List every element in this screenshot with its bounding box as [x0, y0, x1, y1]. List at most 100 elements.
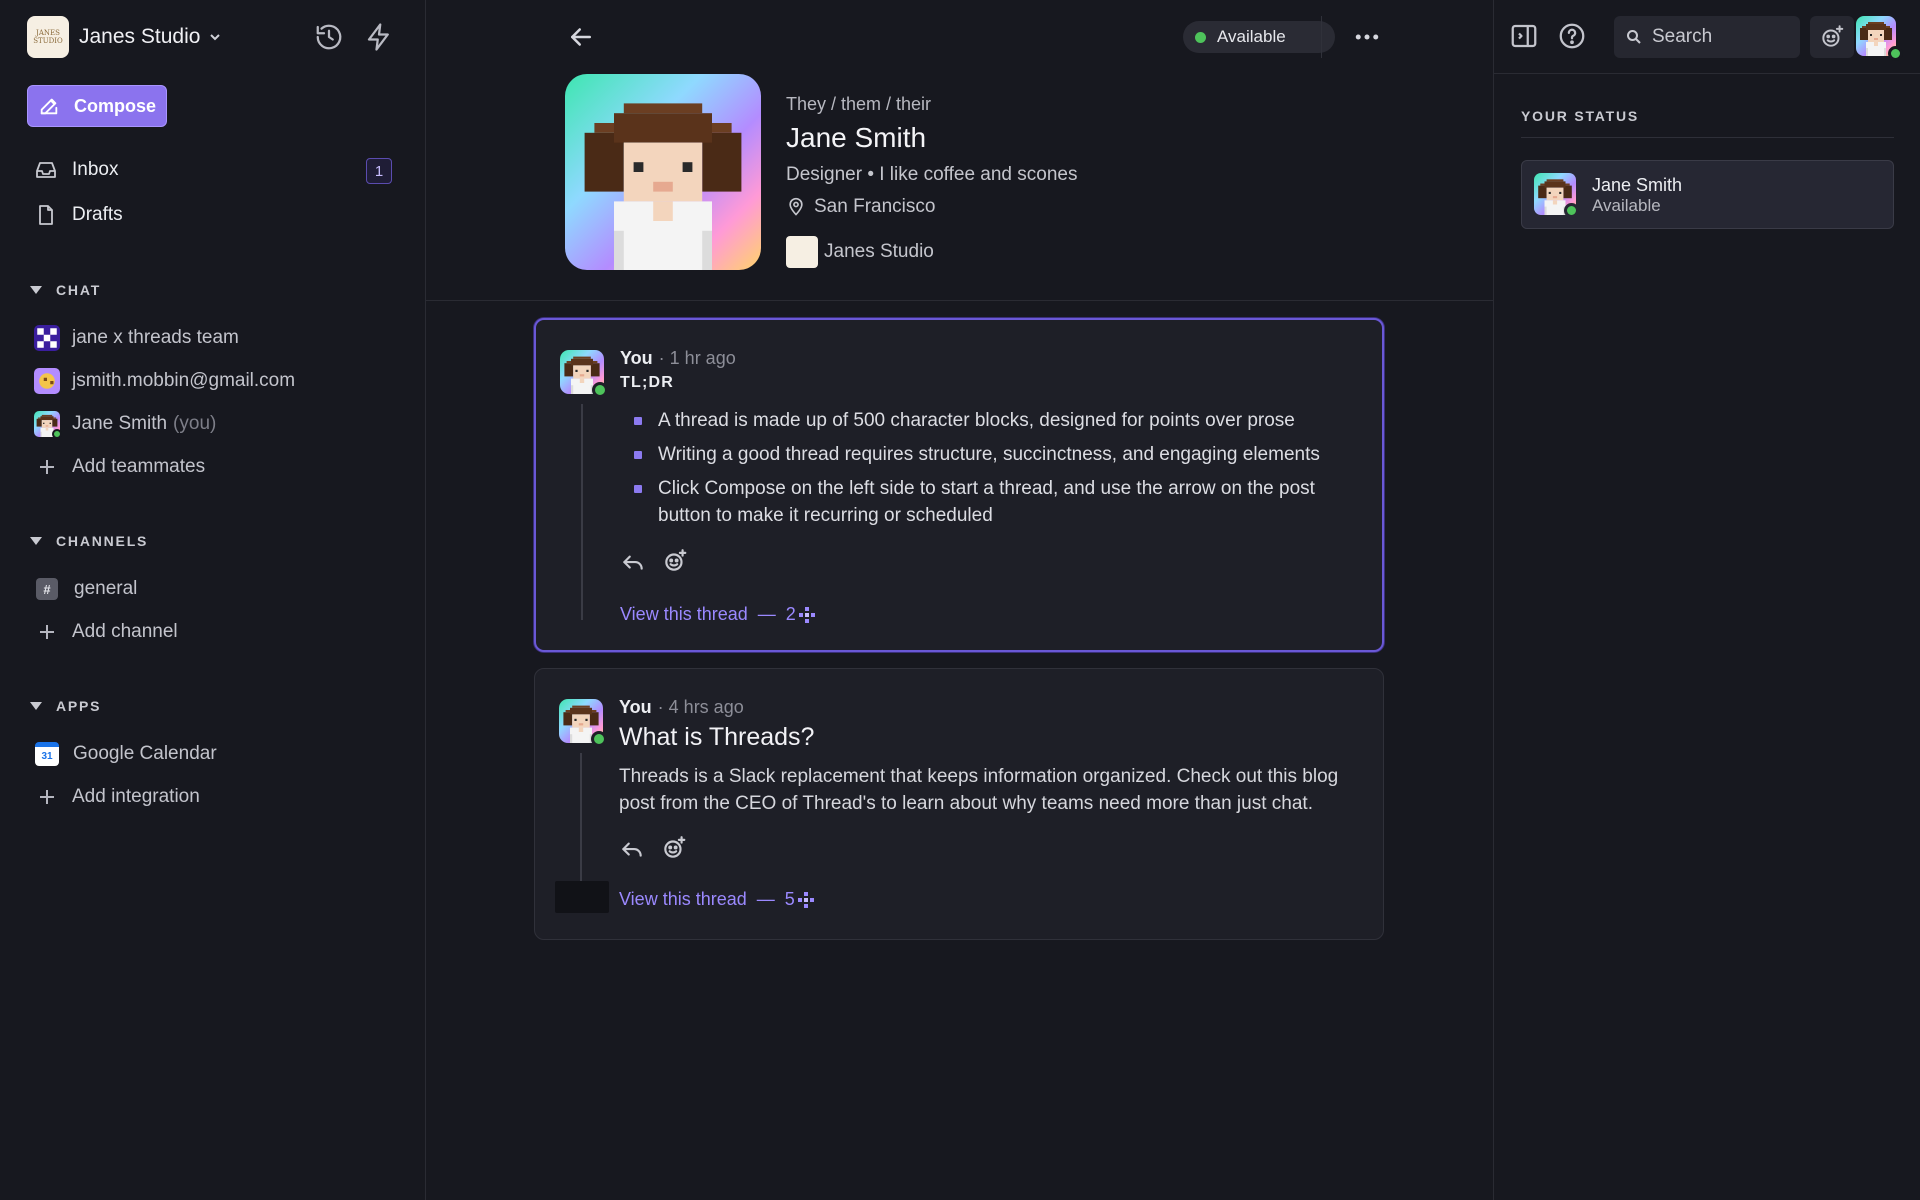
thread-line	[581, 404, 583, 620]
help-icon[interactable]	[1557, 21, 1587, 51]
view-thread-label: View this thread	[620, 604, 748, 624]
more-options-icon[interactable]	[1352, 22, 1382, 52]
online-indicator	[1564, 203, 1579, 218]
lightning-icon[interactable]	[364, 22, 394, 52]
message-time: · 1 hr ago	[658, 348, 736, 368]
workspace-name: Janes Studio	[79, 25, 201, 48]
section-chat[interactable]: CHAT	[30, 282, 101, 298]
online-indicator	[52, 429, 62, 439]
add-channel-button[interactable]: Add channel	[34, 617, 178, 647]
status-value: Available	[1592, 196, 1661, 215]
profile-pronouns: They / them / their	[786, 94, 932, 114]
view-thread-link[interactable]: View this thread — 2	[620, 604, 815, 625]
main-content: Available They / them / their Jane Smith…	[426, 0, 1493, 1200]
availability-label: Available	[1217, 27, 1286, 46]
app-item-label: Google Calendar	[73, 743, 217, 764]
location-label: San Francisco	[814, 196, 936, 217]
divider	[1521, 137, 1894, 138]
compose-button[interactable]: Compose	[27, 85, 167, 127]
author-name: You	[620, 348, 653, 368]
set-status-button[interactable]	[1810, 16, 1854, 58]
workspace-logo: JANES STUDIO	[27, 16, 69, 58]
message-body: Threads is a Slack replacement that keep…	[619, 766, 1339, 814]
back-arrow-icon[interactable]	[566, 22, 596, 52]
nav-item-drafts[interactable]: Drafts	[34, 200, 123, 230]
message-heading: TL;DR	[620, 374, 674, 391]
inbox-icon	[36, 162, 56, 178]
availability-status[interactable]: Available	[1183, 21, 1335, 53]
chat-item-self[interactable]: Jane Smith (you)	[34, 409, 216, 439]
message-author: You · 1 hr ago	[620, 348, 736, 369]
thread-card[interactable]: You · 4 hrs ago What is Threads? Threads …	[534, 668, 1384, 940]
message-time: · 4 hrs ago	[657, 697, 744, 717]
caret-down-icon	[30, 702, 42, 710]
reply-count: 2	[785, 604, 796, 624]
view-thread-label: View this thread	[619, 889, 747, 909]
online-dot-icon	[1195, 31, 1206, 43]
online-indicator	[592, 382, 608, 398]
calendar-icon: 31	[35, 742, 59, 766]
add-teammates-button[interactable]: Add teammates	[34, 452, 205, 482]
document-icon	[39, 205, 53, 225]
view-thread-link[interactable]: View this thread — 5	[619, 889, 814, 910]
add-reaction-icon[interactable]	[661, 835, 687, 861]
separator-dash: —	[756, 889, 775, 909]
add-reaction-icon	[1822, 25, 1844, 47]
history-icon[interactable]	[314, 22, 344, 52]
bullet-list: A thread is made up of 500 character blo…	[632, 407, 1362, 536]
profile-workspace[interactable]: Janes Studio	[786, 236, 934, 268]
right-panel: Search YOUR STATUS Jane Smith Available	[1493, 0, 1920, 1200]
chat-item-team[interactable]: jane x threads team	[34, 323, 239, 353]
inbox-badge: 1	[366, 158, 392, 184]
you-suffix: (you)	[173, 413, 217, 434]
plus-icon	[34, 454, 60, 480]
team-avatar-icon	[34, 325, 60, 351]
reply-icon[interactable]	[619, 835, 645, 861]
hash-icon: #	[36, 578, 58, 600]
profile-workspace-label: Janes Studio	[824, 241, 934, 262]
nav-item-label: Drafts	[72, 204, 123, 225]
add-reaction-icon[interactable]	[662, 548, 688, 574]
workspace-logo	[786, 236, 818, 268]
user-avatar-icon	[34, 368, 60, 394]
add-integration-button[interactable]: Add integration	[34, 782, 200, 812]
compose-icon	[40, 98, 58, 115]
nav-item-inbox[interactable]: Inbox	[34, 155, 118, 185]
section-apps[interactable]: APPS	[30, 698, 101, 714]
self-avatar	[34, 411, 62, 439]
avatar-image	[565, 74, 761, 270]
workspace-logo-text: JANES STUDIO	[33, 29, 63, 45]
chat-item-label: Jane Smith	[72, 413, 168, 434]
channel-item-general[interactable]: # general	[34, 574, 137, 604]
participants-icon	[798, 606, 815, 623]
reply-icon[interactable]	[620, 548, 646, 574]
search-input[interactable]: Search	[1614, 16, 1800, 58]
status-name: Jane Smith	[1592, 175, 1683, 195]
right-toolbar: Search	[1494, 0, 1920, 74]
list-item: Click Compose on the left side to start …	[632, 475, 1362, 529]
compose-label: Compose	[74, 95, 157, 116]
status-card[interactable]: Jane Smith Available	[1521, 160, 1894, 229]
sidebar: JANES STUDIO Janes Studio Compose Inbox …	[0, 0, 426, 1200]
online-indicator	[1888, 46, 1903, 61]
online-indicator	[591, 731, 607, 747]
search-placeholder: Search	[1652, 26, 1713, 47]
chat-item-email[interactable]: jsmith.mobbin@gmail.com	[34, 366, 295, 396]
add-teammates-label: Add teammates	[72, 456, 206, 477]
workspace-switcher[interactable]: JANES STUDIO Janes Studio	[27, 16, 222, 58]
app-item-google-calendar[interactable]: 31 Google Calendar	[34, 739, 217, 769]
thread-card[interactable]: You · 1 hr ago TL;DR A thread is made up …	[534, 318, 1384, 652]
panel-toggle-icon[interactable]	[1509, 21, 1539, 51]
thread-placeholder	[555, 881, 609, 913]
profile-location: San Francisco	[786, 196, 935, 218]
search-icon	[1627, 30, 1641, 44]
chat-item-label: jsmith.mobbin@gmail.com	[72, 370, 296, 391]
nav-item-label: Inbox	[72, 159, 119, 180]
section-channels[interactable]: CHANNELS	[30, 533, 148, 549]
section-title: CHAT	[56, 282, 102, 298]
section-title: CHANNELS	[56, 533, 149, 549]
location-pin-icon	[789, 197, 803, 216]
add-integration-label: Add integration	[72, 786, 200, 807]
section-title: APPS	[56, 698, 102, 714]
caret-down-icon	[30, 537, 42, 545]
